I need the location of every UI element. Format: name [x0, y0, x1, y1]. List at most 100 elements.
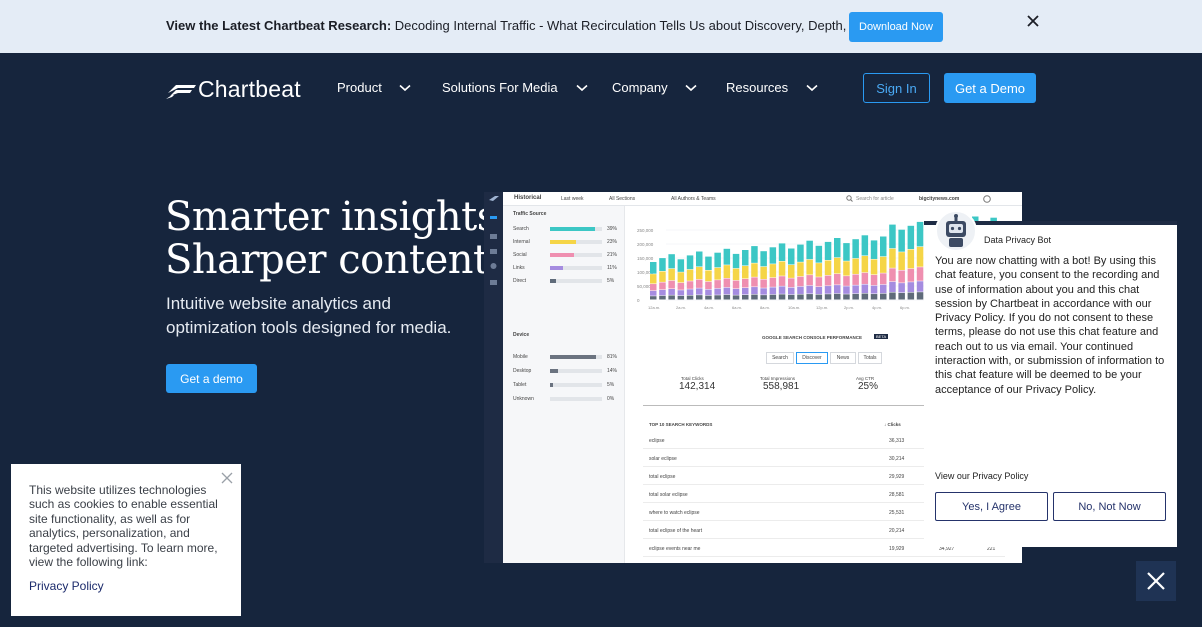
- traffic-source-pct: 11%: [607, 265, 617, 271]
- keyword-clicks: 28,581: [889, 492, 905, 498]
- nav-company[interactable]: Company: [612, 80, 697, 95]
- get-a-demo-button[interactable]: Get a Demo: [944, 73, 1036, 103]
- chart-bar-segment: [916, 246, 924, 267]
- nav-product[interactable]: Product: [337, 80, 411, 95]
- device-bar: [550, 369, 558, 373]
- chart-bar-segment: [797, 294, 804, 300]
- nav-solutions[interactable]: Solutions For Media: [442, 80, 588, 95]
- gsc-tab[interactable]: Search: [766, 352, 794, 364]
- announcement-text[interactable]: View the Latest Chartbeat Research: Deco…: [166, 18, 917, 33]
- traffic-source-label: Internal: [513, 239, 530, 245]
- device-track: [550, 397, 602, 401]
- close-icon[interactable]: [1024, 12, 1042, 30]
- close-icon[interactable]: [221, 472, 233, 484]
- keyword-label: eclipse: [649, 438, 665, 444]
- chart-bar-segment: [751, 246, 758, 263]
- robot-avatar-icon: [935, 210, 977, 252]
- chart-bar-segment: [677, 282, 685, 290]
- chart-bar-segment: [861, 235, 869, 256]
- chart-bar-segment: [705, 289, 712, 296]
- dash-sections: All Sections: [609, 196, 636, 202]
- chart-bar-segment: [889, 268, 896, 282]
- search-icon: [846, 195, 853, 202]
- traffic-source-pct: 39%: [607, 226, 618, 232]
- chart-bar-segment: [907, 225, 915, 250]
- y-tick-label: 150,000: [637, 256, 654, 261]
- device-title: Device: [513, 332, 530, 338]
- chart-bar-segment: [696, 279, 703, 288]
- chart-bar-segment: [843, 276, 850, 286]
- nav-resources[interactable]: Resources: [726, 80, 818, 95]
- hero-get-demo-button[interactable]: Get a demo: [166, 364, 257, 393]
- chart-bar-segment: [668, 254, 675, 269]
- chart-bar-segment: [880, 256, 887, 273]
- chevron-down-icon: [576, 84, 588, 91]
- dashboard-topbar: Historical Last week All Sections All Au…: [503, 192, 1022, 206]
- chart-bar-segment: [907, 282, 915, 293]
- chart-bar-segment: [880, 236, 887, 257]
- device-track: [550, 383, 602, 387]
- chart-bar-segment: [723, 278, 731, 288]
- sign-in-button[interactable]: Sign In: [863, 73, 930, 103]
- close-chat-button[interactable]: [1136, 561, 1176, 601]
- chart-bar-segment: [880, 273, 887, 285]
- chart-bar-segment: [834, 273, 841, 285]
- agree-button[interactable]: Yes, I Agree: [935, 492, 1048, 521]
- chart-bar-segment: [742, 250, 749, 266]
- dash-site: bigcitynews.com: [919, 196, 960, 202]
- keyword-row-rule: [643, 556, 1005, 557]
- chart-bar-segment: [797, 262, 804, 277]
- total-clicks-value: 142,314: [679, 381, 716, 392]
- chart-bar-segment: [843, 286, 850, 294]
- gsc-tab[interactable]: Discover: [796, 352, 828, 364]
- gsc-tab[interactable]: News: [830, 352, 856, 364]
- chart-bar-segment: [843, 243, 850, 261]
- keyword-label: total eclipse of the heart: [649, 528, 703, 534]
- chart-bar-segment: [916, 292, 924, 300]
- chart-bar-segment: [852, 239, 859, 259]
- chart-bar-segment: [769, 264, 777, 278]
- keyword-clicks: 30,214: [889, 456, 905, 462]
- chart-bar-segment: [760, 295, 767, 300]
- chart-bar-segment: [742, 279, 749, 288]
- chart-bar-segment: [696, 288, 703, 295]
- chart-bar-segment: [898, 283, 905, 293]
- keyword-label: solar eclipse: [649, 456, 677, 462]
- chart-bar-segment: [806, 294, 813, 300]
- chart-bar-segment: [668, 289, 675, 295]
- dash-historical: Historical: [514, 195, 542, 201]
- privacy-policy-link[interactable]: Privacy Policy: [29, 579, 104, 593]
- announcement-bar: View the Latest Chartbeat Research: Deco…: [0, 0, 1202, 53]
- keywords-title: TOP 10 SEARCH KEYWORDS: [649, 422, 713, 427]
- download-now-button[interactable]: Download Now: [849, 12, 943, 42]
- x-tick-label: 12p.m.: [816, 305, 828, 310]
- hero-title-line1: Smarter insights.: [165, 194, 509, 240]
- bot-name: Data Privacy Bot: [984, 235, 1052, 245]
- keyword-label: total eclipse: [649, 474, 676, 480]
- chart-bar-segment: [852, 258, 859, 274]
- chevron-down-icon: [685, 84, 697, 91]
- chart-bar-segment: [861, 256, 869, 273]
- chart-bar-segment: [742, 266, 749, 279]
- chart-bar-segment: [723, 248, 731, 265]
- chart-bar-segment: [686, 269, 694, 281]
- chart-bar-segment: [815, 245, 823, 263]
- chart-bar-segment: [870, 285, 878, 294]
- chart-bar-segment: [714, 280, 721, 289]
- chartbeat-logo[interactable]: Chartbeat: [166, 76, 312, 102]
- hero-title: Smarter insights. Sharper content.: [165, 196, 509, 282]
- chart-bar-segment: [898, 270, 905, 283]
- announcement-bold: View the Latest Chartbeat Research:: [166, 18, 392, 33]
- chart-bar-segment: [760, 251, 767, 267]
- traffic-source-label: Links: [513, 265, 525, 271]
- device-pct: 14%: [607, 368, 618, 374]
- chat-message: You are now chatting with a bot! By usin…: [935, 255, 1165, 396]
- decline-button[interactable]: No, Not Now: [1053, 492, 1166, 521]
- gsc-tab[interactable]: Totals: [858, 352, 882, 364]
- hero-title-line2: Sharper content.: [165, 237, 501, 283]
- view-privacy-policy-link[interactable]: View our Privacy Policy: [935, 471, 1028, 481]
- dash-range: Last week: [561, 196, 584, 202]
- chart-bar-segment: [889, 248, 896, 268]
- chart-bar-segment: [732, 253, 740, 269]
- chart-bar-segment: [705, 281, 712, 290]
